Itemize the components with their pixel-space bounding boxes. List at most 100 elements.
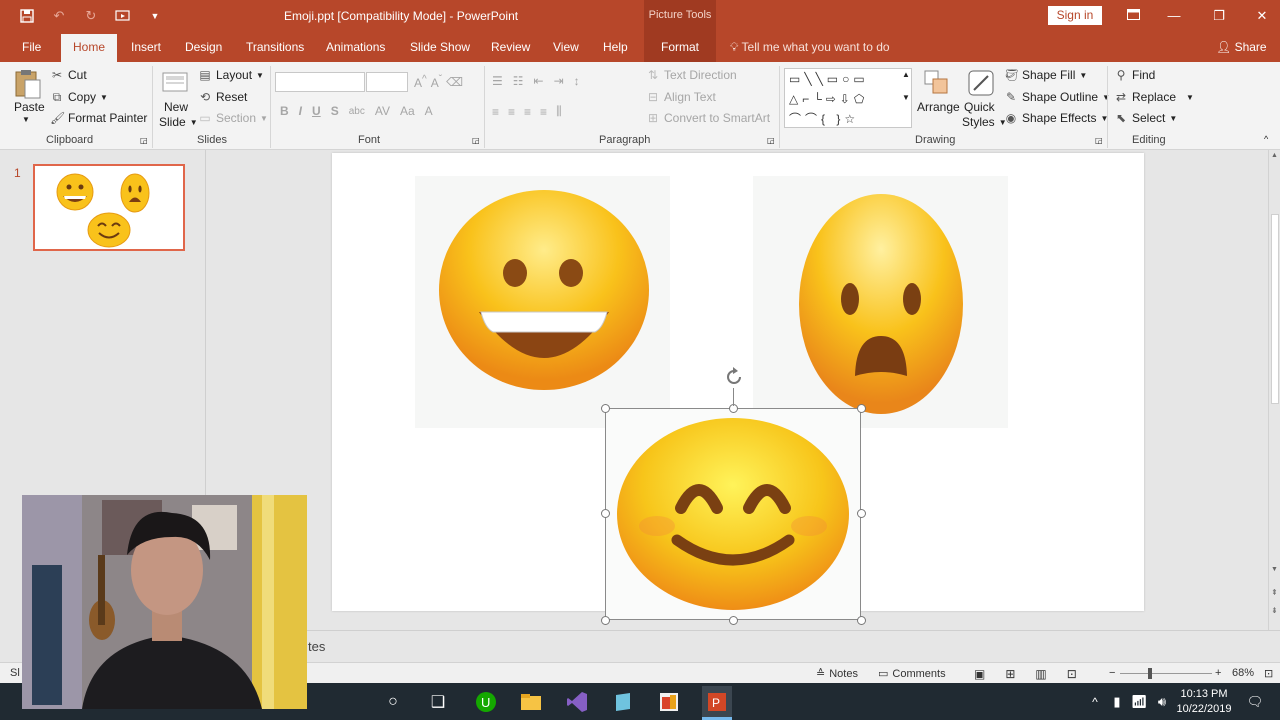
font-size-buttons[interactable]: A^ Aˇ ⌫ <box>414 74 463 90</box>
resize-handle-bottom-right[interactable] <box>857 616 866 625</box>
zoom-out-icon[interactable]: − <box>1109 667 1115 679</box>
resize-handle-bottom-left[interactable] <box>601 616 610 625</box>
previous-slide-icon[interactable]: ⇞ <box>1271 588 1278 597</box>
shapes-gallery[interactable]: ▭╲╲▭○▭ △⌐└⇨⇩⬠ ⌒⌒{ }☆ <box>784 68 912 128</box>
paste-icon[interactable] <box>13 68 43 99</box>
font-size-combo[interactable] <box>366 72 408 92</box>
zoom-slider-thumb[interactable] <box>1148 668 1152 679</box>
start-from-beginning-icon[interactable] <box>114 7 132 25</box>
share-button[interactable]: 👤︎ Share <box>1216 40 1267 54</box>
customize-qat-icon[interactable]: ▼ <box>146 7 164 25</box>
font-name-combo[interactable] <box>275 72 365 92</box>
task-view-icon[interactable]: ❑ <box>425 689 451 715</box>
smiling-emoji-picture[interactable] <box>605 408 861 620</box>
visual-studio-icon[interactable] <box>564 689 590 715</box>
arrange-button[interactable]: Arrange <box>917 100 960 114</box>
resize-handle-right[interactable] <box>857 509 866 518</box>
new-slide-label-1[interactable]: New <box>164 100 188 114</box>
fit-slide-icon[interactable]: ⊡ <box>1264 667 1273 680</box>
surprised-emoji-picture[interactable] <box>753 176 1008 428</box>
new-slide-icon[interactable] <box>160 68 190 98</box>
slide-show-icon[interactable]: ⊡ <box>1067 667 1077 681</box>
reset-button[interactable]: ⟲ Reset <box>198 90 247 104</box>
resize-handle-top-right[interactable] <box>857 404 866 413</box>
new-slide-button[interactable]: Slide ▼ <box>159 115 198 129</box>
comments-toggle-button[interactable]: ▭ Comments <box>878 667 946 681</box>
upwork-app-icon[interactable]: U <box>473 689 499 715</box>
select-button[interactable]: ⬉ Select ▼ <box>1114 111 1177 125</box>
minimize-icon[interactable]: — <box>1164 8 1184 23</box>
redo-icon[interactable]: ↻ <box>82 7 100 25</box>
text-direction-button[interactable]: ⇅ Text Direction <box>646 68 737 82</box>
tab-review[interactable]: Review <box>491 40 530 54</box>
paste-button[interactable]: Paste <box>14 100 45 114</box>
cut-button[interactable]: ✂ Cut <box>50 68 87 82</box>
slide-thumbnail-1[interactable] <box>33 164 185 251</box>
tab-home[interactable]: Home <box>61 34 118 62</box>
tab-view[interactable]: View <box>553 40 579 54</box>
ribbon-display-options-icon[interactable] <box>1123 8 1143 23</box>
save-icon[interactable] <box>18 7 36 25</box>
list-buttons[interactable]: ☰ ☷ ⇤ ⇥ ↕ <box>492 74 580 88</box>
shape-fill-button[interactable]: 🪣︎ Shape Fill ▼ <box>1004 68 1087 82</box>
tab-slide-show[interactable]: Slide Show <box>410 40 470 54</box>
scroll-down-icon[interactable]: ▼ <box>1271 566 1278 573</box>
resize-handle-left[interactable] <box>601 509 610 518</box>
media-app-icon[interactable] <box>656 689 682 715</box>
notifications-icon[interactable]: 🗨︎ <box>1242 689 1268 715</box>
alignment-buttons[interactable]: ≡ ≡ ≡ ≡ ⫼ <box>492 104 562 119</box>
vertical-scrollbar[interactable]: ▲ ▼ ⇞ ⇟ <box>1268 150 1280 630</box>
convert-smartart-button[interactable]: ⊞ Convert to SmartArt <box>646 111 770 125</box>
quick-styles-icon[interactable] <box>966 68 996 98</box>
align-text-button[interactable]: ⊟ Align Text <box>646 90 716 104</box>
system-clock[interactable]: 10:13 PM 10/22/2019 <box>1172 687 1236 717</box>
drawing-launcher-icon[interactable]: ◲ <box>1095 136 1103 145</box>
undo-icon[interactable]: ↶ <box>50 7 68 25</box>
scrollbar-thumb[interactable] <box>1271 214 1279 404</box>
notes-toggle-button[interactable]: ≙ Notes <box>816 667 858 681</box>
section-button[interactable]: ▭ Section ▼ <box>198 111 268 125</box>
tab-file[interactable]: File <box>22 40 41 54</box>
find-button[interactable]: ⚲ Find <box>1114 68 1156 82</box>
scroll-up-icon[interactable]: ▲ <box>1271 152 1278 159</box>
rotate-handle-icon[interactable] <box>723 366 745 388</box>
resize-handle-top-left[interactable] <box>601 404 610 413</box>
quick-styles-label-1[interactable]: Quick <box>964 100 995 114</box>
replace-button[interactable]: ⇄ Replace ▼ <box>1114 90 1194 104</box>
zoom-level[interactable]: 68% <box>1232 667 1254 679</box>
next-slide-icon[interactable]: ⇟ <box>1271 606 1278 615</box>
restore-icon[interactable]: ❐ <box>1209 8 1229 24</box>
tab-design[interactable]: Design <box>185 40 222 54</box>
powerpoint-taskbar-icon[interactable]: P <box>702 686 732 717</box>
slide-sorter-icon[interactable]: ⊞ <box>1005 667 1015 681</box>
shape-effects-button[interactable]: ◉ Shape Effects ▼ <box>1004 111 1109 125</box>
tab-animations[interactable]: Animations <box>326 40 385 54</box>
zoom-slider-track[interactable] <box>1120 673 1212 674</box>
app-icon[interactable] <box>610 689 636 715</box>
font-style-buttons[interactable]: B I U S abc AV Aa A <box>280 104 433 118</box>
sign-in-button[interactable]: Sign in <box>1048 6 1102 25</box>
reading-view-icon[interactable]: ▥ <box>1035 667 1046 681</box>
shapes-scroll[interactable]: ▲ ▼ <box>902 70 910 102</box>
arrange-icon[interactable] <box>922 68 952 98</box>
tab-transitions[interactable]: Transitions <box>246 40 304 54</box>
clipboard-launcher-icon[interactable]: ◲ <box>140 136 148 145</box>
shape-outline-button[interactable]: ✎Shape Outline▼ <box>1004 90 1110 104</box>
file-explorer-icon[interactable] <box>518 689 544 715</box>
tab-insert[interactable]: Insert <box>131 40 161 54</box>
tell-me-search[interactable]: 💡︎ Tell me what you want to do <box>730 40 890 55</box>
notes-pane[interactable] <box>207 630 1280 662</box>
tab-help[interactable]: Help <box>603 40 628 54</box>
quick-styles-button[interactable]: Styles ▼ <box>962 115 1007 129</box>
collapse-ribbon-icon[interactable]: ^ <box>1264 134 1268 144</box>
copy-button[interactable]: ⧉ Copy ▼ <box>50 90 108 104</box>
paste-dropdown-icon[interactable]: ▼ <box>22 115 30 124</box>
layout-button[interactable]: ▤ Layout ▼ <box>198 68 264 82</box>
tab-format[interactable]: Format <box>644 32 716 62</box>
close-icon[interactable]: ✕ <box>1252 8 1272 24</box>
resize-handle-bottom[interactable] <box>729 616 738 625</box>
normal-view-icon[interactable]: ▣ <box>974 667 985 681</box>
format-painter-button[interactable]: 🖌︎ Format Painter <box>50 111 154 125</box>
paragraph-launcher-icon[interactable]: ◲ <box>767 136 775 145</box>
cortana-icon[interactable]: ○ <box>380 689 406 715</box>
